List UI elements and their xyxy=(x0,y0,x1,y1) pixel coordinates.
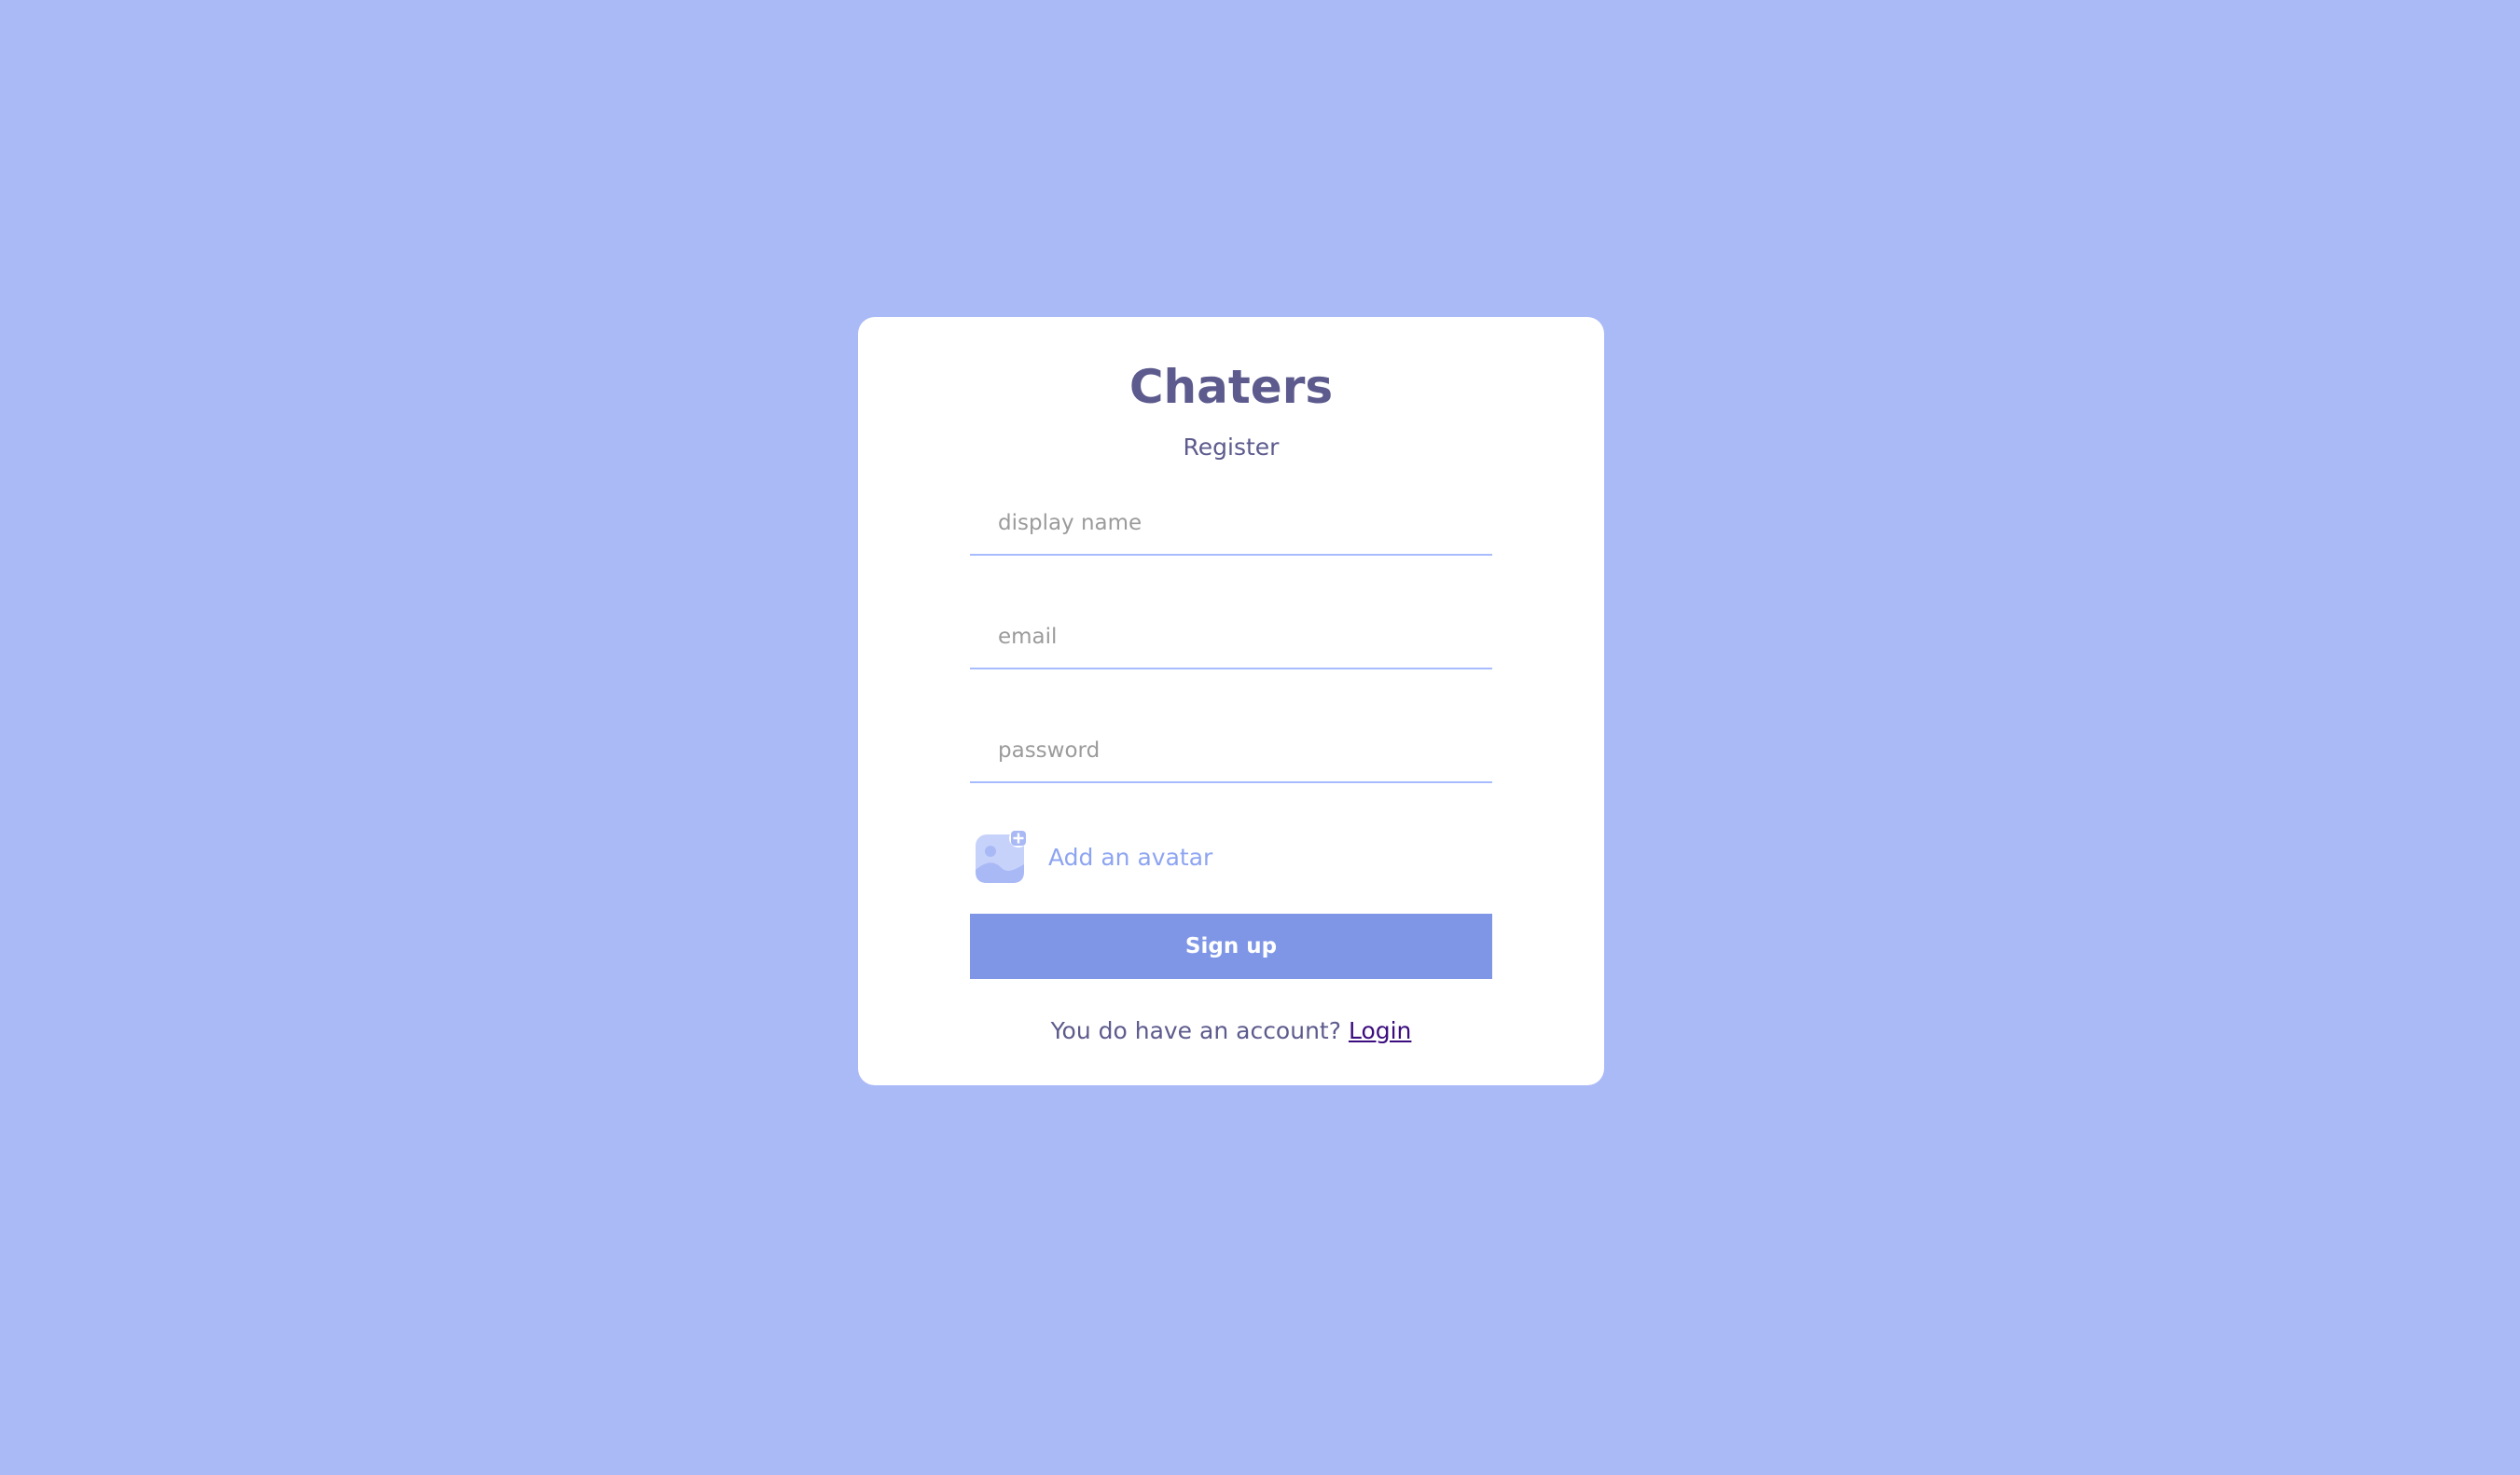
email-input[interactable] xyxy=(970,606,1492,669)
display-name-input[interactable] xyxy=(970,492,1492,556)
app-logo: Chaters xyxy=(1128,360,1334,414)
page-title: Register xyxy=(1183,434,1280,461)
password-input[interactable] xyxy=(970,720,1492,783)
login-link[interactable]: Login xyxy=(1349,1017,1411,1044)
add-avatar-button[interactable]: Add an avatar xyxy=(970,826,1212,888)
add-image-icon xyxy=(976,829,1028,883)
login-prompt-text: You do have an account? xyxy=(1050,1017,1349,1044)
sign-up-button[interactable]: Sign up xyxy=(970,914,1492,979)
register-card: Chaters Register Add an avatar Sign up Y… xyxy=(858,317,1604,1085)
add-avatar-label: Add an avatar xyxy=(1048,843,1213,871)
login-prompt: You do have an account? Login xyxy=(858,1014,1604,1048)
